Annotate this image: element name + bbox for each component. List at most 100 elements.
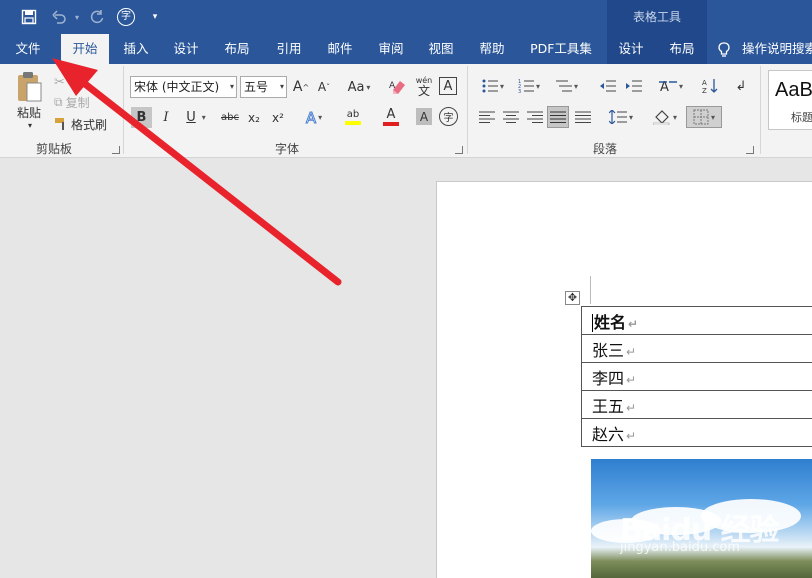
table-row[interactable]: 赵六 ↵ [581,418,812,447]
line-spacing-icon[interactable]: ▾ [604,107,638,127]
decrease-indent-icon[interactable] [598,76,618,96]
tab-table-layout[interactable]: 布局 [660,34,704,64]
font-launcher-icon[interactable] [455,146,463,154]
undo-icon[interactable] [48,0,70,34]
increase-indent-icon[interactable] [624,76,644,96]
table-row[interactable]: 姓名 ↵ [581,306,812,335]
paste-button-label[interactable]: 粘贴 [12,104,46,120]
svg-text:A: A [702,79,707,87]
cut-button[interactable]: ✂剪切 [54,73,114,91]
distributed-icon[interactable] [573,107,593,127]
cell-text: 姓名 [594,312,627,332]
show-marks-icon[interactable]: ↲ [732,76,750,96]
tab-help[interactable]: 帮助 [470,34,514,64]
paragraph-launcher-icon[interactable] [746,146,754,154]
format-painter-label: 格式刷 [71,117,108,132]
cell-text: 王五 [592,396,625,416]
chevron-down-icon: ▾ [573,81,578,91]
align-right-icon[interactable] [525,107,545,127]
clipboard-launcher-icon[interactable] [112,146,120,154]
subscript-label: x₂ [248,110,260,125]
multilevel-list-icon[interactable]: ▾ [550,76,584,96]
chevron-down-icon: ▾ [535,81,540,91]
table-row[interactable]: 李四 ↵ [581,362,812,391]
font-size-combobox[interactable]: 五号 ▾ [240,76,287,98]
numbering-icon[interactable]: 1 2 3 ▾ [513,76,545,96]
font-color-button[interactable]: A [374,106,408,128]
tab-view[interactable]: 视图 [419,34,463,64]
asian-layout-icon[interactable]: A ▾ [654,76,688,96]
sort-icon[interactable]: AZ [700,76,720,96]
style-gallery-item-heading[interactable]: AaB 标题 [768,70,812,130]
tab-table-design[interactable]: 设计 [609,34,653,64]
tab-mailings[interactable]: 邮件 [318,34,362,64]
borders-icon[interactable]: ▾ [686,106,722,128]
copy-icon: ⧉ [54,94,63,109]
tab-review[interactable]: 审阅 [369,34,413,64]
tab-design[interactable]: 设计 [164,34,208,64]
table-cell[interactable]: 赵六 ↵ [581,418,812,447]
paste-dropdown-icon[interactable]: ▾ [22,119,38,131]
clear-formatting-icon[interactable]: A [388,76,408,98]
grow-font-button[interactable]: A ^ [292,77,310,97]
tell-me-label: 操作说明搜索 [742,41,812,56]
superscript-button[interactable]: x² [268,107,288,128]
superscript-label: x² [272,110,284,125]
tell-me-search[interactable]: 操作说明搜索 [718,34,812,64]
font-color-label: A [386,107,396,122]
phonetic-char: 文 [417,84,430,98]
paragraph-mark-icon: ↵ [626,344,637,359]
cell-text: 张三 [592,340,625,360]
cell-text: 赵六 [592,424,625,444]
subscript-button[interactable]: x₂ [244,107,264,128]
tab-home[interactable]: 开始 [61,34,109,64]
style-name: 标题 [791,111,812,124]
chevron-down-icon: ▾ [499,81,504,91]
phonetic-guide-button[interactable]: wén 文 [414,75,434,99]
align-center-icon[interactable] [501,107,521,127]
font-name-combobox[interactable]: 宋体 (中文正文) ▾ [130,76,237,98]
table-cell[interactable]: 李四 ↵ [581,362,812,391]
tab-pdf-tools[interactable]: PDF工具集 [526,34,596,64]
align-left-icon[interactable] [477,107,497,127]
format-painter-button[interactable]: 格式刷 [54,115,114,133]
table-cell[interactable]: 王五 ↵ [581,390,812,419]
copy-button[interactable]: ⧉ 复制 [54,93,114,111]
table-row[interactable]: 张三 ↵ [581,334,812,363]
tab-references[interactable]: 引用 [267,34,311,64]
change-case-button[interactable]: Aa ▾ [342,77,376,97]
highlight-button[interactable]: ab [336,106,370,128]
table-cell[interactable]: 张三 ↵ [581,334,812,363]
table-cell[interactable]: 姓名 ↵ [581,306,812,335]
text-cursor [592,314,593,332]
underline-button[interactable]: U ▾ [180,107,212,128]
character-border-button[interactable]: A [439,77,457,95]
font-char-icon[interactable]: 字 [115,0,137,34]
redo-icon[interactable] [86,0,108,34]
table-move-handle-icon[interactable]: ✥ [565,291,580,305]
tab-insert[interactable]: 插入 [114,34,158,64]
customize-dropdown-icon[interactable]: ▾ [146,0,164,34]
save-icon[interactable] [18,0,40,34]
bold-button[interactable]: B [131,107,152,128]
justify-icon[interactable] [547,106,569,128]
character-border-label: A [443,78,453,94]
bullets-icon[interactable]: ▾ [477,76,509,96]
svg-text:A: A [389,81,396,91]
tab-file[interactable]: 文件 [6,34,50,64]
ribbon-separator [760,66,761,154]
italic-button[interactable]: I [156,107,176,128]
character-shading-button[interactable]: A [416,108,432,125]
strikethrough-button[interactable]: abc [218,107,242,128]
tab-layout[interactable]: 布局 [215,34,259,64]
enclose-characters-button[interactable]: 字 [439,107,458,126]
paste-icon[interactable] [14,70,46,104]
table-row[interactable]: 王五 ↵ [581,390,812,419]
name-table[interactable]: 姓名 ↵ 张三 ↵ 李四 ↵ 王五 ↵ 赵六 ↵ [581,306,812,447]
shrink-font-button[interactable]: Aˇ [315,77,333,97]
text-effects-button[interactable]: A ▾ [298,107,330,128]
undo-dropdown-icon[interactable]: ▾ [70,0,84,34]
chevron-down-icon: ▾ [201,113,206,122]
cell-text: 李四 [592,368,625,388]
shading-icon[interactable]: ▾ [648,107,682,127]
